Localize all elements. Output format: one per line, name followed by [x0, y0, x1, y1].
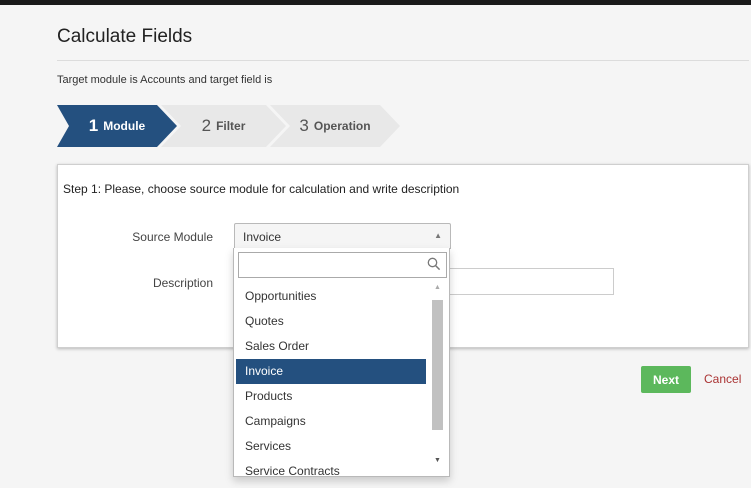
title-divider: [57, 60, 749, 61]
target-info: Target module is Accounts and target fie…: [57, 74, 273, 86]
dropdown-option-sales-order[interactable]: Sales Order: [236, 334, 426, 359]
next-button[interactable]: Next: [641, 366, 691, 393]
dropdown-option-quotes[interactable]: Quotes: [236, 309, 426, 334]
dropdown-option-campaigns[interactable]: Campaigns: [236, 409, 426, 434]
dropdown-options: Opportunities Quotes Sales Order Invoice…: [236, 284, 426, 476]
step-label: Operation: [313, 119, 371, 133]
dropdown-option-services[interactable]: Services: [236, 434, 426, 459]
source-module-value: Invoice: [243, 230, 282, 244]
step-label: Module: [103, 119, 146, 133]
dropdown-option-products[interactable]: Products: [236, 384, 426, 409]
dropdown-option-invoice[interactable]: Invoice: [236, 359, 426, 384]
step-number: 3: [299, 116, 309, 135]
step-label: Filter: [216, 119, 246, 133]
top-strip: [0, 0, 751, 5]
wizard-step-filter[interactable]: 2 Filter: [161, 105, 286, 147]
search-icon: [427, 257, 441, 271]
scroll-down-icon[interactable]: ▼: [430, 457, 445, 471]
caret-up-icon: ▲: [434, 231, 442, 240]
dropdown-option-service-contracts[interactable]: Service Contracts: [236, 459, 426, 476]
wizard-steps: 3 Operation 2 Filter 1 Module: [57, 105, 417, 147]
dropdown-option-opportunities[interactable]: Opportunities: [236, 284, 426, 309]
page-title: Calculate Fields: [57, 26, 193, 47]
cancel-link[interactable]: Cancel: [704, 372, 741, 386]
dropdown-search-input[interactable]: [238, 252, 447, 278]
scroll-up-icon[interactable]: ▲: [430, 284, 445, 298]
dropdown-scrollbar[interactable]: ▲ ▼: [430, 284, 445, 473]
wizard-step-operation[interactable]: 3 Operation: [270, 105, 400, 147]
step-number: 1: [88, 116, 99, 135]
description-label: Description: [152, 276, 213, 290]
source-module-select[interactable]: Invoice ▲: [234, 223, 451, 249]
step-number: 2: [201, 116, 212, 135]
source-module-dropdown: Opportunities Quotes Sales Order Invoice…: [233, 248, 450, 477]
wizard-step-module[interactable]: 1 Module: [57, 105, 177, 147]
scroll-thumb[interactable]: [432, 300, 443, 430]
panel-heading: Step 1: Please, choose source module for…: [63, 182, 460, 196]
source-module-label: Source Module: [132, 230, 213, 244]
